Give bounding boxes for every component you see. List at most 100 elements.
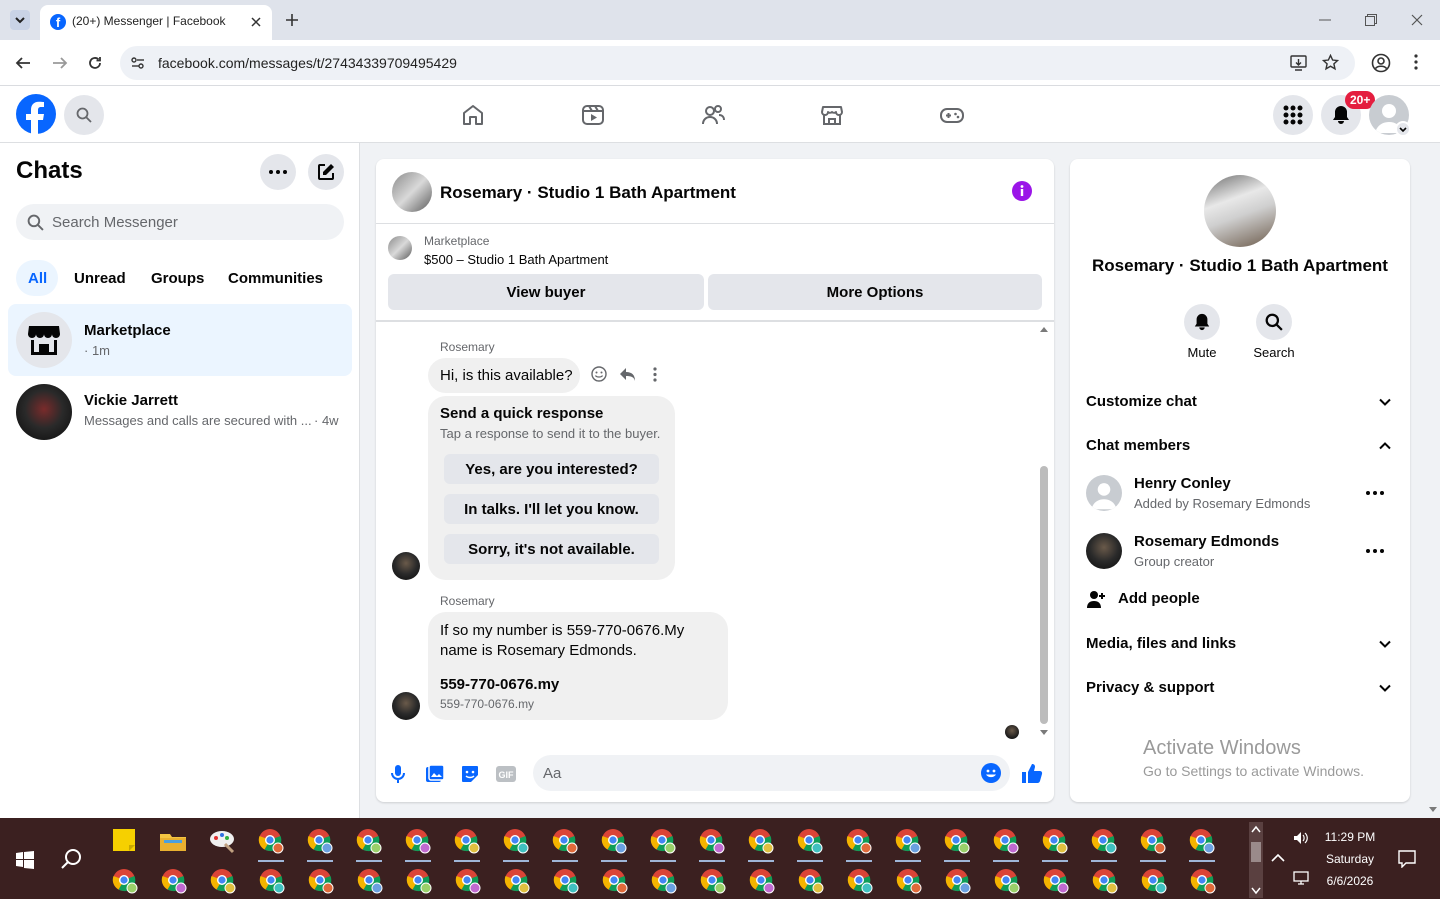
chrome-window-icon[interactable]: [796, 866, 826, 896]
view-buyer-button[interactable]: View buyer: [388, 274, 704, 310]
chrome-window-icon[interactable]: [1040, 826, 1070, 856]
sticky-notes-icon[interactable]: [110, 826, 140, 856]
windows-start-icon[interactable]: [16, 851, 34, 869]
marketplace-icon[interactable]: [820, 103, 844, 127]
message-bubble[interactable]: Hi, is this available?: [428, 358, 580, 393]
mute-button[interactable]: [1184, 304, 1220, 340]
paint-icon[interactable]: [207, 826, 237, 856]
browser-menu-icon[interactable]: [1414, 54, 1418, 70]
photo-icon[interactable]: [425, 764, 445, 784]
microphone-icon[interactable]: [390, 764, 406, 784]
chrome-window-icon[interactable]: [795, 826, 825, 856]
chrome-window-icon[interactable]: [502, 866, 532, 896]
chrome-window-icon[interactable]: [747, 866, 777, 896]
member-name[interactable]: Rosemary Edmonds: [1134, 533, 1279, 550]
chrome-window-icon[interactable]: [257, 866, 287, 896]
chrome-window-icon[interactable]: [1089, 826, 1119, 856]
chrome-window-icon[interactable]: [208, 866, 238, 896]
chrome-window-icon[interactable]: [746, 826, 776, 856]
scroll-up-icon[interactable]: [1039, 325, 1049, 333]
chrome-window-icon[interactable]: [844, 826, 874, 856]
listing-title[interactable]: $500 – Studio 1 Bath Apartment: [424, 252, 608, 267]
gif-icon[interactable]: GIF: [495, 764, 517, 784]
chrome-window-icon[interactable]: [942, 826, 972, 856]
profile-icon[interactable]: [1371, 53, 1391, 73]
chrome-window-icon[interactable]: [894, 866, 924, 896]
chrome-window-icon[interactable]: [306, 866, 336, 896]
sender-avatar[interactable]: [392, 552, 420, 580]
facebook-logo-icon[interactable]: [16, 94, 56, 134]
gaming-icon[interactable]: [940, 103, 964, 127]
chrome-window-icon[interactable]: [1090, 866, 1120, 896]
chrome-window-icon[interactable]: [355, 866, 385, 896]
new-tab-icon[interactable]: [285, 13, 299, 27]
tab-search-button[interactable]: [10, 10, 30, 30]
member-avatar[interactable]: [1086, 533, 1122, 569]
reply-icon[interactable]: [619, 366, 636, 382]
member-name[interactable]: Henry Conley: [1134, 475, 1231, 492]
chrome-window-icon[interactable]: [1139, 866, 1169, 896]
close-window-icon[interactable]: [1411, 14, 1423, 26]
chrome-window-icon[interactable]: [452, 826, 482, 856]
chrome-window-icon[interactable]: [1188, 866, 1218, 896]
chrome-window-icon[interactable]: [648, 826, 678, 856]
conversation-avatar[interactable]: [392, 172, 432, 212]
chat-item-marketplace[interactable]: Marketplace · 1m: [8, 304, 352, 376]
chrome-window-icon[interactable]: [1187, 826, 1217, 856]
search-in-chat-button[interactable]: [1256, 304, 1292, 340]
chrome-window-icon[interactable]: [1041, 866, 1071, 896]
facebook-search-button[interactable]: [64, 95, 104, 135]
page-scroll-down-icon[interactable]: [1428, 806, 1438, 814]
bookmark-star-icon[interactable]: [1322, 54, 1339, 71]
taskbar-overflow-scroll[interactable]: [1249, 822, 1263, 898]
filter-unread[interactable]: Unread: [74, 270, 126, 287]
link-preview-title[interactable]: 559-770-0676.my: [440, 676, 559, 693]
chrome-window-icon[interactable]: [453, 866, 483, 896]
menu-button[interactable]: [1273, 95, 1313, 135]
message-bubble[interactable]: If so my number is 559-770-0676.My name …: [428, 612, 728, 720]
member-options-icon[interactable]: [1366, 491, 1384, 495]
more-options-button[interactable]: More Options: [708, 274, 1042, 310]
quick-reply-button[interactable]: Yes, are you interested?: [444, 454, 659, 484]
message-scrollbar-thumb[interactable]: [1040, 466, 1048, 724]
chrome-window-icon[interactable]: [599, 826, 629, 856]
add-people-row[interactable]: Add people: [1078, 579, 1402, 619]
chrome-window-icon[interactable]: [1138, 826, 1168, 856]
react-emoji-icon[interactable]: [591, 366, 607, 382]
chrome-window-icon[interactable]: [893, 826, 923, 856]
taskbar-search-icon[interactable]: [61, 848, 83, 870]
thumbs-up-icon[interactable]: [1021, 762, 1043, 784]
chrome-window-icon[interactable]: [992, 866, 1022, 896]
quick-reply-button[interactable]: Sorry, it's not available.: [444, 534, 659, 564]
reload-icon[interactable]: [87, 55, 103, 71]
chrome-window-icon[interactable]: [991, 826, 1021, 856]
sticker-icon[interactable]: [460, 764, 480, 784]
minimize-icon[interactable]: [1319, 19, 1331, 21]
chrome-window-icon[interactable]: [159, 866, 189, 896]
filter-communities[interactable]: Communities: [228, 270, 323, 287]
install-app-icon[interactable]: [1290, 55, 1307, 71]
message-input[interactable]: Aa: [533, 755, 1010, 791]
chrome-window-icon[interactable]: [943, 866, 973, 896]
conversation-info-icon[interactable]: [1012, 181, 1032, 201]
chrome-window-icon[interactable]: [403, 826, 433, 856]
chrome-window-icon[interactable]: [305, 826, 335, 856]
chrome-window-icon[interactable]: [501, 826, 531, 856]
chrome-window-icon[interactable]: [110, 866, 140, 896]
new-message-button[interactable]: [308, 154, 344, 190]
address-bar[interactable]: facebook.com/messages/t/2743433970949542…: [120, 46, 1355, 80]
chrome-window-icon[interactable]: [697, 826, 727, 856]
link-preview-url[interactable]: 559-770-0676.my: [440, 697, 534, 711]
chrome-window-icon[interactable]: [354, 826, 384, 856]
emoji-icon[interactable]: [981, 763, 1001, 783]
chrome-window-icon[interactable]: [845, 866, 875, 896]
privacy-support-row[interactable]: Privacy & support: [1078, 668, 1402, 708]
conversation-title[interactable]: Rosemary · Studio 1 Bath Apartment: [440, 183, 736, 203]
chrome-window-icon[interactable]: [698, 866, 728, 896]
chat-item-vickie[interactable]: Vickie Jarrett Messages and calls are se…: [8, 376, 352, 448]
media-files-row[interactable]: Media, files and links: [1078, 624, 1402, 664]
chats-options-button[interactable]: [260, 154, 296, 190]
chrome-window-icon[interactable]: [600, 866, 630, 896]
member-avatar[interactable]: [1086, 475, 1122, 511]
quick-reply-button[interactable]: In talks. I'll let you know.: [444, 494, 659, 524]
